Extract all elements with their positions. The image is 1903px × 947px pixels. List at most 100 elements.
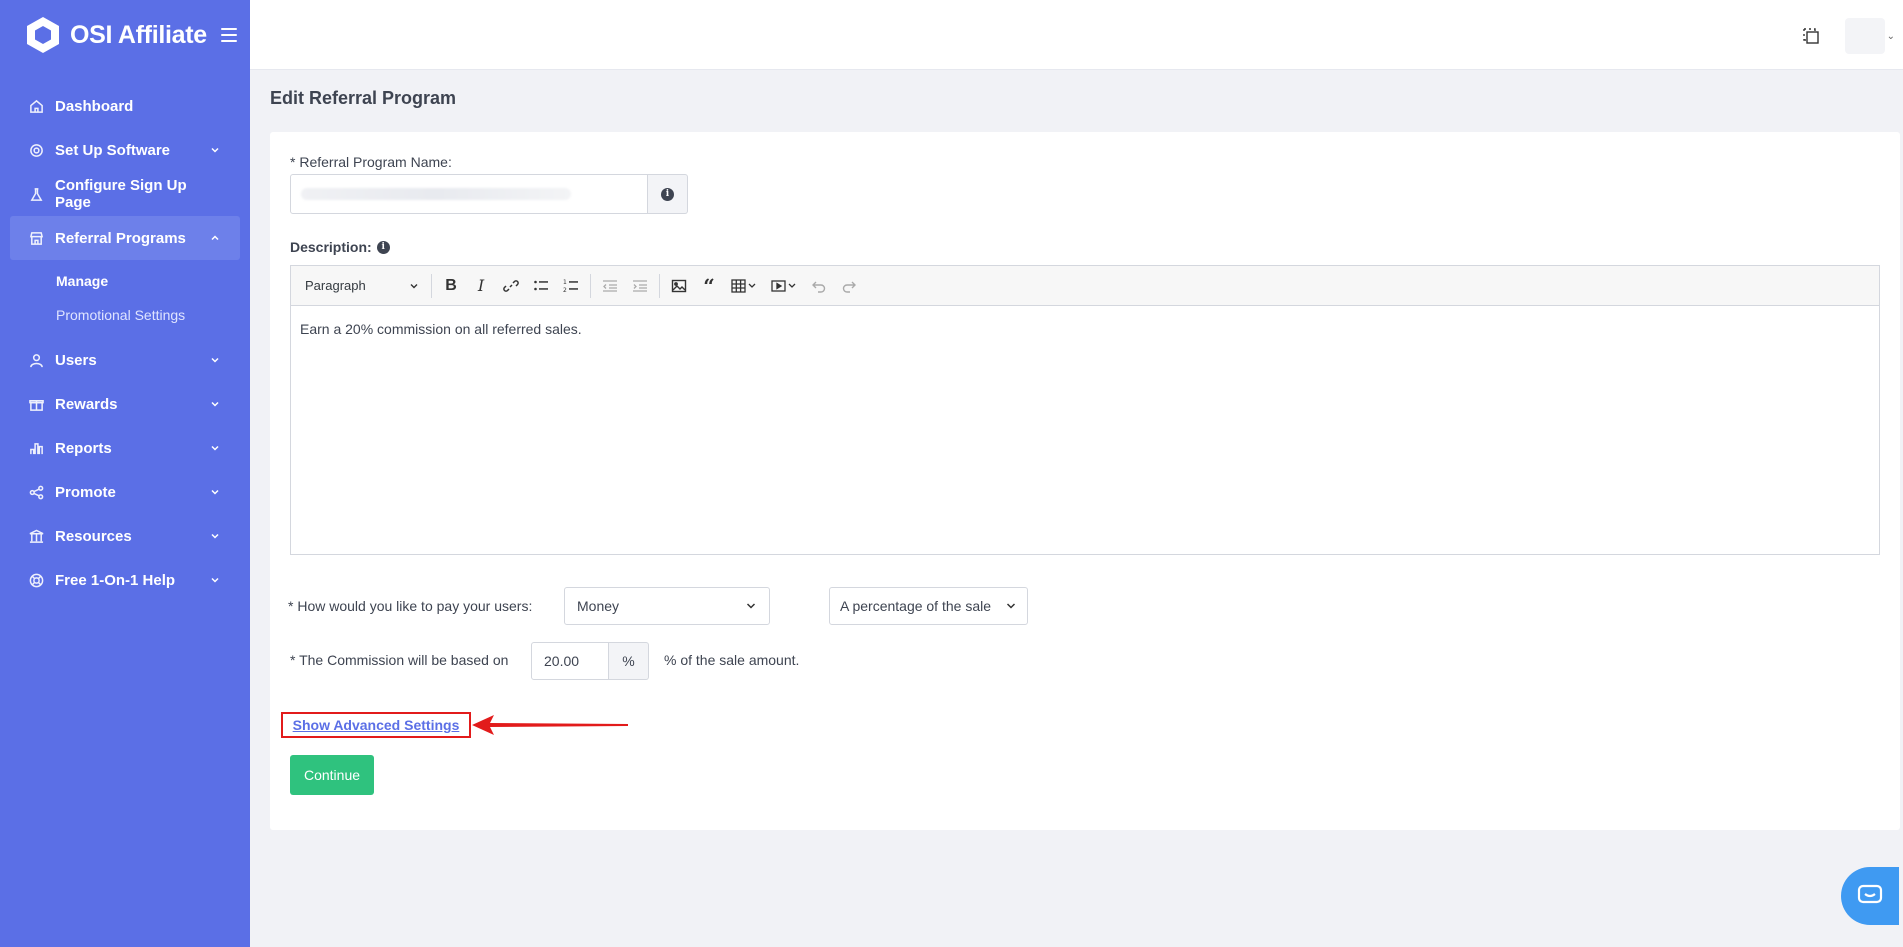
sidebar-item-users[interactable]: Users [0,338,250,382]
editor-content[interactable]: Earn a 20% commission on all referred sa… [291,306,1879,352]
chevron-down-icon [210,145,220,155]
building-icon [28,528,44,544]
pay-method-label: * How would you like to pay your users: [288,598,533,614]
gift-icon [28,396,44,412]
lifebuoy-icon [28,572,44,588]
commission-label: * The Commission will be based on [290,652,509,668]
sidebar-item-label: Rewards [55,395,118,413]
avatar[interactable] [1845,18,1885,54]
commission-suffix: % of the sale amount. [664,652,800,668]
sidebar-item-referral-programs[interactable]: Referral Programs [10,216,240,260]
table-icon[interactable] [724,271,764,301]
toolbar-divider [659,273,660,298]
page-title: Edit Referral Program [270,88,457,108]
description-label-row: Description: i [290,239,390,255]
chevron-down-icon [746,603,756,609]
sidebar-item-help[interactable]: Free 1-On-1 Help [0,558,250,602]
sidebar-item-rewards[interactable]: Rewards [0,382,250,426]
chevron-down-icon [210,487,220,497]
sidebar-item-label: Configure Sign Up Page [55,177,187,211]
indent-icon[interactable] [625,271,655,301]
bar-chart-icon [28,440,44,456]
sidebar-item-resources[interactable]: Resources [0,514,250,558]
fullscreen-icon[interactable] [1801,26,1821,46]
editor-toolbar: Paragraph B I 12 “ [291,266,1879,306]
chevron-down-icon [210,355,220,365]
red-arrow-annotation-icon [472,715,628,735]
sidebar-item-label: Resources [55,527,132,545]
flask-icon [28,186,44,202]
sidebar-item-label: Reports [55,439,112,457]
chevron-up-icon [210,233,220,243]
sidebar-item-dashboard[interactable]: Dashboard [0,84,250,128]
program-name-info-button[interactable]: i [648,174,688,214]
pay-method-value: Money [577,598,620,614]
media-embed-icon[interactable] [764,271,804,301]
commission-input[interactable]: 20.00 [531,642,609,680]
numbered-list-icon[interactable]: 12 [556,271,586,301]
chat-bubble-icon [1857,884,1883,904]
blockquote-icon[interactable]: “ [694,271,724,301]
image-icon[interactable] [664,271,694,301]
svg-text:1: 1 [563,279,567,286]
referral-subnav: Manage Promotional Settings [0,260,250,338]
chevron-down-icon [210,399,220,409]
program-name-input[interactable] [290,174,648,214]
italic-icon[interactable]: I [466,271,496,301]
share-icon [28,484,44,500]
link-icon[interactable] [496,271,526,301]
block-format-value: Paragraph [305,278,366,293]
home-icon [28,98,44,114]
info-icon[interactable]: i [376,240,390,254]
redacted-value [301,188,571,200]
sidebar-item-label: Users [55,351,97,369]
chevron-down-icon [210,443,220,453]
sidebar-item-label: Promote [55,483,116,501]
bold-icon[interactable]: B [436,271,466,301]
sidebar-item-promote[interactable]: Promote [0,470,250,514]
store-icon [28,230,44,246]
continue-button[interactable]: Continue [290,755,374,795]
user-icon [28,352,44,368]
pay-type-select[interactable]: A percentage of the sale [829,587,1028,625]
sidebar-item-reports[interactable]: Reports [0,426,250,470]
chat-support-button[interactable] [1841,867,1899,925]
sidebar-item-setup[interactable]: Set Up Software [0,128,250,172]
chevron-down-icon[interactable]: ⌄ [1887,31,1895,42]
chevron-down-icon [210,531,220,541]
show-advanced-settings-link[interactable]: Show Advanced Settings [281,712,471,738]
toolbar-divider [431,273,432,298]
sidebar-item-signup[interactable]: Configure Sign Up Page [0,172,250,216]
chevron-down-icon [410,283,418,288]
chevron-down-icon [1006,603,1016,609]
svg-text:2: 2 [563,287,567,294]
sidebar-nav: Dashboard Set Up Software Configure Sign… [0,70,250,602]
info-icon: i [661,187,674,201]
sidebar-subitem-promotional[interactable]: Promotional Settings [56,298,250,332]
sidebar-subitem-manage[interactable]: Manage [56,264,250,298]
bulleted-list-icon[interactable] [526,271,556,301]
sidebar-item-label: Dashboard [55,97,134,115]
outdent-icon[interactable] [595,271,625,301]
hexagon-logo-icon [24,15,62,55]
menu-toggle-icon[interactable] [220,28,237,42]
toolbar-divider [590,273,591,298]
description-label: Description: [290,239,372,255]
sidebar: OSI Affiliate Dashboard Set Up Software … [0,0,250,947]
redo-icon[interactable] [834,271,864,301]
topbar: ⌄ [250,0,1903,70]
brand: OSI Affiliate [0,0,250,70]
rich-text-editor: Paragraph B I 12 “ Earn a 20% commission… [290,265,1880,555]
chevron-down-icon [210,575,220,585]
sidebar-item-label: Free 1-On-1 Help [55,571,176,589]
block-format-select[interactable]: Paragraph [297,271,427,301]
program-name-label: * Referral Program Name: [290,154,452,170]
undo-icon[interactable] [804,271,834,301]
percent-addon: % [609,642,649,680]
sidebar-item-label: Referral Programs [55,229,186,247]
brand-name: OSI Affiliate [70,20,207,49]
gear-icon [28,142,44,158]
edit-program-card: * Referral Program Name: i Description: … [270,132,1900,830]
pay-method-select[interactable]: Money [564,587,770,625]
pay-type-value: A percentage of the sale [840,598,991,614]
